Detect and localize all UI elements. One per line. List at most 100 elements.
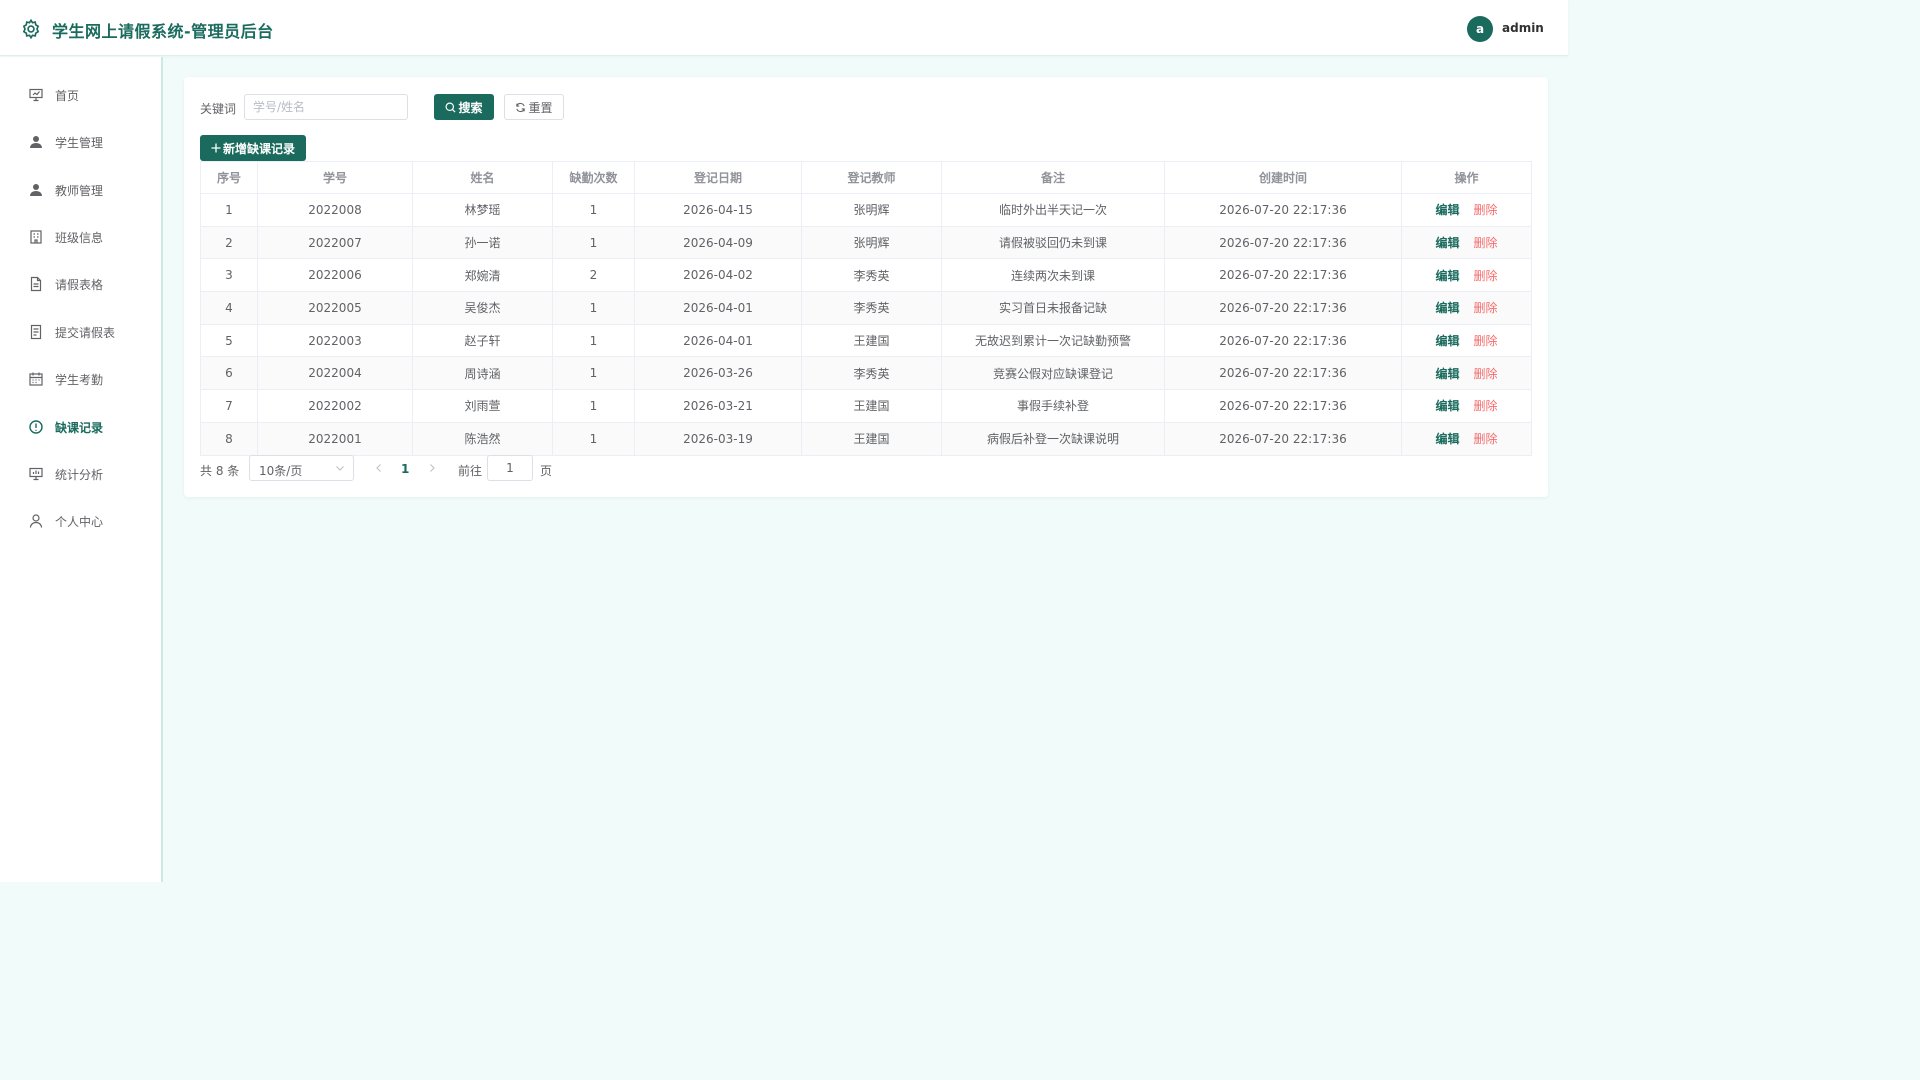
table-cell: 1 — [552, 323, 635, 358]
table-cell: 1 — [552, 225, 635, 260]
avatar[interactable]: a — [1467, 16, 1493, 42]
column-header: 操作 — [1401, 161, 1532, 194]
table-cell: 2022001 — [257, 421, 413, 456]
table-cell: 1 — [552, 291, 635, 325]
delete-button[interactable]: 删除 — [1474, 269, 1498, 283]
search-input[interactable] — [244, 94, 408, 120]
column-header[interactable]: 登记日期 — [634, 161, 802, 194]
search-button-label: 搜索 — [458, 100, 483, 115]
table-cell: 张明辉 — [801, 225, 942, 260]
sidebar-item-submit-leave[interactable]: 提交请假表 — [0, 312, 161, 352]
goto-label: 前往 — [458, 464, 483, 478]
table-cell: 1 — [552, 356, 635, 391]
sidebar-item-home[interactable]: 首页 — [0, 75, 161, 115]
table-cell: 李秀英 — [801, 356, 942, 391]
table-cell: 1 — [552, 193, 635, 227]
goto-page-input[interactable] — [487, 455, 533, 481]
delete-button[interactable]: 删除 — [1474, 367, 1498, 381]
table-cell: 2026-03-19 — [634, 421, 802, 456]
edit-button[interactable]: 编辑 — [1435, 367, 1459, 381]
table-cell-actions: 编辑 删除 — [1401, 389, 1532, 423]
column-header[interactable]: 学号 — [257, 161, 413, 194]
table-row: 3 2022006 郑婉清 2 2026-04-02 李秀英 连续两次未到课 2026-07-… — [200, 258, 1532, 293]
edit-button[interactable]: 编辑 — [1435, 334, 1459, 348]
table-cell: 周诗涵 — [412, 356, 553, 391]
sidebar-item-students[interactable]: 学生管理 — [0, 122, 161, 162]
table-cell: 1 — [552, 421, 635, 456]
table-cell: 3 — [200, 258, 258, 293]
table-cell: 实习首日未报备记缺 — [941, 291, 1165, 325]
delete-button[interactable]: 删除 — [1474, 301, 1498, 315]
page-number-current[interactable]: 1 — [401, 462, 409, 476]
page-size-select[interactable]: 10条/页 — [249, 455, 354, 481]
sidebar-item-teachers[interactable]: 教师管理 — [0, 170, 161, 210]
sidebar-item-profile[interactable]: 个人中心 — [0, 501, 161, 541]
delete-button[interactable]: 删除 — [1474, 236, 1498, 250]
sidebar-item-attendance[interactable]: 学生考勤 — [0, 359, 161, 399]
edit-button[interactable]: 编辑 — [1435, 236, 1459, 250]
table-cell-actions: 编辑 删除 — [1401, 323, 1532, 358]
building-icon — [30, 230, 42, 244]
reset-button[interactable]: 重置 — [504, 94, 564, 120]
table-cell: 病假后补登一次缺课说明 — [941, 421, 1165, 456]
delete-button[interactable]: 删除 — [1474, 334, 1498, 348]
sidebar-item-leave-forms[interactable]: 请假表格 — [0, 264, 161, 304]
table-cell: 2022004 — [257, 356, 413, 391]
delete-button[interactable]: 删除 — [1474, 203, 1498, 217]
search-button[interactable]: 搜索 — [434, 94, 494, 120]
table-cell: 2026-04-09 — [634, 225, 802, 260]
add-absence-button[interactable]: 新增缺课记录 — [200, 135, 306, 161]
sidebar-item-statistics[interactable]: 统计分析 — [0, 454, 161, 494]
table-cell: 2026-04-01 — [634, 323, 802, 358]
sidebar-item-label: 班级信息 — [55, 231, 104, 245]
table-cell: 6 — [200, 356, 258, 391]
table-row: 8 2022001 陈浩然 1 2026-03-19 王建国 病假后补登一次缺课说明 2026… — [200, 421, 1532, 456]
table-cell: 2 — [200, 225, 258, 260]
table-cell: 2022003 — [257, 323, 413, 358]
sidebar-item-classes[interactable]: 班级信息 — [0, 217, 161, 257]
add-button-label: 新增缺课记录 — [222, 141, 295, 156]
edit-button[interactable]: 编辑 — [1435, 301, 1459, 315]
table-cell: 李秀英 — [801, 258, 942, 293]
delete-button[interactable]: 删除 — [1474, 432, 1498, 446]
table-cell-actions: 编辑 删除 — [1401, 225, 1532, 260]
table-cell: 2026-07-20 22:17:36 — [1164, 291, 1402, 325]
document-icon — [30, 276, 42, 292]
delete-button[interactable]: 删除 — [1474, 399, 1498, 413]
edit-button[interactable]: 编辑 — [1435, 399, 1459, 413]
table-cell: 无故迟到累计一次记缺勤预警 — [941, 323, 1165, 358]
gear-icon — [22, 18, 40, 40]
presentation-icon — [29, 88, 43, 102]
username[interactable]: admin — [1502, 21, 1544, 35]
table-cell: 林梦瑶 — [412, 193, 553, 227]
sidebar-item-absence-records[interactable]: 缺课记录 — [0, 407, 161, 447]
edit-button[interactable]: 编辑 — [1435, 203, 1459, 217]
column-header[interactable]: 序号 — [200, 161, 258, 194]
column-header[interactable]: 登记教师 — [801, 161, 942, 194]
table-cell: 2026-04-15 — [634, 193, 802, 227]
table-cell: 2026-04-01 — [634, 291, 802, 325]
presentation-icon — [29, 467, 43, 481]
absence-table: 序号 学号 姓名 缺勤次数 登记日期 登记教师 备注 创建时间 操作 1 2022… — [200, 161, 1532, 456]
table-cell: 王建国 — [801, 389, 942, 423]
table-cell: 李秀英 — [801, 291, 942, 325]
column-header[interactable]: 姓名 — [412, 161, 553, 194]
table-cell: 刘雨萱 — [412, 389, 553, 423]
reset-button-label: 重置 — [528, 100, 553, 115]
pagination-total: 共 8 条 — [200, 464, 240, 478]
column-header[interactable]: 创建时间 — [1164, 161, 1402, 194]
refresh-icon — [516, 102, 526, 112]
plus-icon — [211, 143, 221, 153]
column-header[interactable]: 备注 — [941, 161, 1165, 194]
table-cell: 王建国 — [801, 421, 942, 456]
table-cell: 2026-07-20 22:17:36 — [1164, 421, 1402, 456]
table-cell: 2 — [552, 258, 635, 293]
chevron-right-icon[interactable] — [427, 461, 437, 475]
user-icon — [30, 184, 42, 196]
edit-button[interactable]: 编辑 — [1435, 269, 1459, 283]
column-header[interactable]: 缺勤次数 — [552, 161, 635, 194]
chevron-left-icon[interactable] — [374, 461, 384, 475]
page-size-value: 10条/页 — [259, 464, 303, 478]
document-icon — [30, 324, 42, 340]
edit-button[interactable]: 编辑 — [1435, 432, 1459, 446]
